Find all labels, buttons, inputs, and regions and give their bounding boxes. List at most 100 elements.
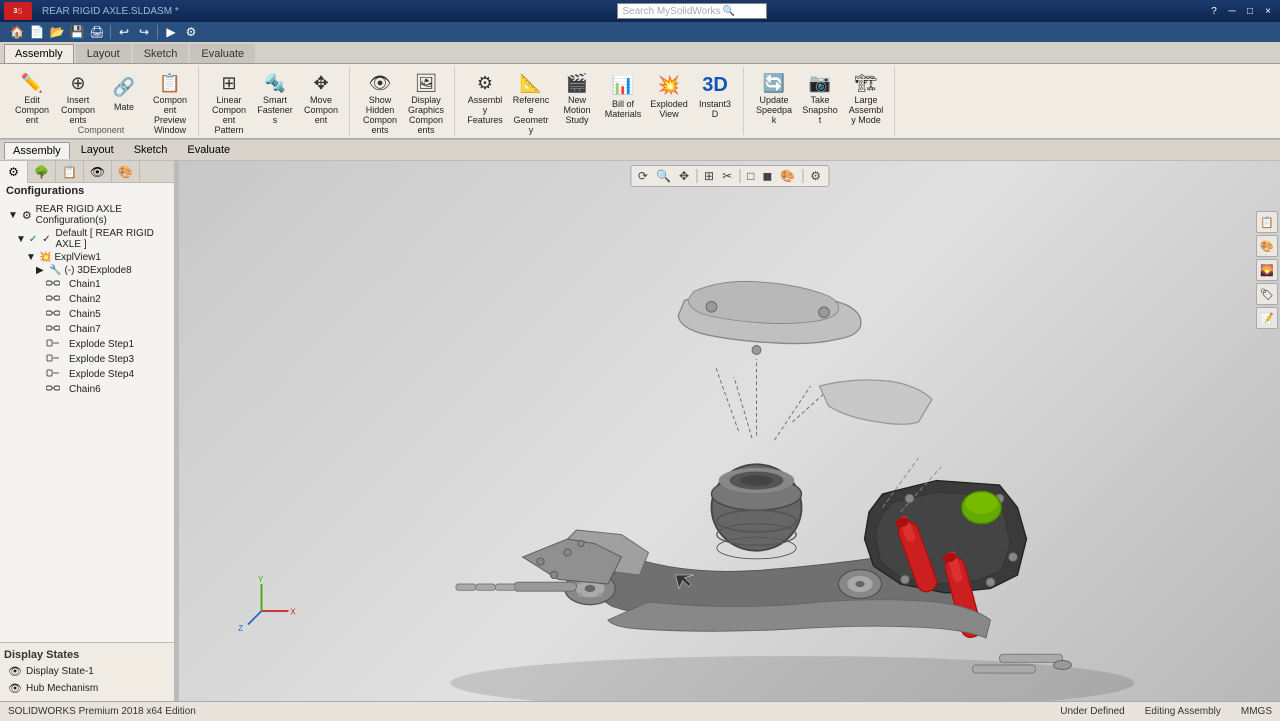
update-speedpak-btn[interactable]: 🔄 Update Speedpak <box>752 69 796 123</box>
tab-sketch[interactable]: Sketch <box>133 44 189 63</box>
tree-item-chain1[interactable]: Chain1 <box>0 277 174 292</box>
show-hidden-icon: 👁 <box>366 73 394 94</box>
zoom-btn[interactable]: 🔍 <box>653 168 674 184</box>
bom-label: Bill of Materials <box>604 100 642 120</box>
large-assembly-icon: 🏗 <box>852 73 880 94</box>
tree-item-chain7[interactable]: Chain7 <box>0 322 174 337</box>
bottom-bolt-1 <box>973 665 1036 673</box>
panel-tab-props[interactable]: 📋 <box>56 161 84 183</box>
panel-tab-configs[interactable]: ⚙ <box>0 161 28 183</box>
assembly-features-btn[interactable]: ⚙ Assembly Features <box>463 69 507 123</box>
rotate-btn[interactable]: ⟳ <box>635 168 651 184</box>
tree-item-chain2[interactable]: Chain2 <box>0 292 174 307</box>
right-icon-1[interactable]: 📋 <box>1256 211 1278 233</box>
minimize-button[interactable]: ─ <box>1224 3 1240 19</box>
maximize-button[interactable]: □ <box>1242 3 1258 19</box>
mate-btn[interactable]: 🔗 Mate <box>102 69 146 123</box>
new-motion-icon: 🎬 <box>563 73 591 94</box>
take-snapshot-btn[interactable]: 📷 Take Snapshot <box>798 69 842 123</box>
ribbon-tabs: Assembly Layout Sketch Evaluate <box>0 42 1280 64</box>
tree-item-default[interactable]: ▼ ✓ ✓ Default [ REAR RIGID AXLE ] <box>0 227 174 251</box>
main-tab-evaluate[interactable]: Evaluate <box>178 141 239 159</box>
section-btn[interactable]: ✂ <box>719 168 735 184</box>
tab-evaluate[interactable]: Evaluate <box>190 44 255 63</box>
step3-icon <box>46 353 66 366</box>
qat-undo[interactable]: ↩ <box>115 23 133 41</box>
display-state-1[interactable]: 👁 Display State-1 <box>4 663 170 680</box>
right-icon-2[interactable]: 🎨 <box>1256 235 1278 257</box>
qat-open[interactable]: 📂 <box>48 23 66 41</box>
cad-3d-view[interactable]: X Y Z <box>179 161 1280 701</box>
show-hidden-btn[interactable]: 👁 Show Hidden Components <box>358 69 402 123</box>
move-component-btn[interactable]: ✥ Move Component <box>299 69 343 123</box>
exploded-view-btn[interactable]: 💥 Exploded View <box>647 69 691 123</box>
tab-layout[interactable]: Layout <box>76 44 131 63</box>
linear-pattern-btn[interactable]: ⊞ Linear Component Pattern <box>207 69 251 123</box>
step4-icon <box>46 368 66 381</box>
snapshot-icon: 📷 <box>806 73 834 94</box>
shaded-btn[interactable]: ◼ <box>759 168 775 184</box>
tab-assembly[interactable]: Assembly <box>4 44 74 63</box>
smart-fasteners-btn[interactable]: 🔩 Smart Fasteners <box>253 69 297 123</box>
pan-btn[interactable]: ✥ <box>676 168 692 184</box>
qat-save[interactable]: 💾 <box>68 23 86 41</box>
right-icon-3[interactable]: 🌄 <box>1256 259 1278 281</box>
insert-components-btn[interactable]: ⊕ Insert Components <box>56 69 100 123</box>
exploded-view-label: Exploded View <box>650 100 688 120</box>
search-box[interactable]: Search MySolidWorks 🔍 <box>617 3 767 19</box>
qat-options[interactable]: ⚙ <box>182 23 200 41</box>
tree-item-step3[interactable]: Explode Step3 <box>0 352 174 367</box>
edit-component-btn[interactable]: ✏️ Edit Component <box>10 69 54 123</box>
viewport[interactable]: ⟳ 🔍 ✥ ⊞ ✂ □ ◼ 🎨 ⚙ <box>179 161 1280 701</box>
color-btn[interactable]: 🎨 <box>777 168 798 184</box>
expander-root[interactable]: ▼ <box>8 210 18 221</box>
panel-tab-display[interactable]: 👁 <box>84 161 112 183</box>
display-graphics-btn[interactable]: 🖼 Display Graphics Components <box>404 69 448 123</box>
hub-mechanism[interactable]: 👁 Hub Mechanism <box>4 680 170 697</box>
tree-item-chain6[interactable]: Chain6 <box>0 382 174 397</box>
right-icon-5[interactable]: 📝 <box>1256 307 1278 329</box>
bom-btn[interactable]: 📊 Bill of Materials <box>601 69 645 123</box>
show-hidden-label: Show Hidden Components <box>361 96 399 136</box>
tree-label-chain5: Chain5 <box>69 309 101 320</box>
insert-icon: ⊕ <box>64 73 92 94</box>
qat-redo[interactable]: ↪ <box>135 23 153 41</box>
ribbon: Assembly Layout Sketch Evaluate ✏️ Edit … <box>0 42 1280 139</box>
speedpak-icon: 🔄 <box>760 73 788 94</box>
view-settings-btn[interactable]: ⚙ <box>807 168 824 184</box>
expander-default[interactable]: ▼ <box>16 234 26 245</box>
group-btns3: 👁 Show Hidden Components 🖼 Display Graph… <box>358 69 448 131</box>
tree-item-explview[interactable]: ▼ 💥 ExplView1 <box>0 251 174 264</box>
tree-item-root[interactable]: ▼ ⚙ REAR RIGID AXLE Configuration(s) <box>0 203 174 227</box>
close-button[interactable]: × <box>1260 3 1276 19</box>
right-hub <box>838 570 881 599</box>
tree-item-3dexplode[interactable]: ▶ 🔧 (-) 3DExplode8 <box>0 264 174 277</box>
trailing-arm <box>608 600 991 638</box>
reference-geometry-btn[interactable]: 📐 Reference Geometry <box>509 69 553 123</box>
preview-window-btn[interactable]: 📋 Component Preview Window <box>148 69 192 123</box>
expander-explview[interactable]: ▼ <box>26 252 36 263</box>
help-button[interactable]: ? <box>1206 3 1222 19</box>
panel-tab-tree[interactable]: 🌳 <box>28 161 56 183</box>
expander-3dexplode[interactable]: ▶ <box>36 265 46 276</box>
chain2-icon <box>46 293 66 306</box>
large-assembly-btn[interactable]: 🏗 Large Assembly Mode <box>844 69 888 123</box>
tree-item-step1[interactable]: Explode Step1 <box>0 337 174 352</box>
tree-item-chain5[interactable]: Chain5 <box>0 307 174 322</box>
right-icon-4[interactable]: 🏷 <box>1256 283 1278 305</box>
instant3d-btn[interactable]: 3D Instant3D <box>693 69 737 123</box>
main-tab-sketch[interactable]: Sketch <box>125 141 177 159</box>
tree-label-explview: ExplView1 <box>54 252 101 263</box>
new-motion-btn[interactable]: 🎬 New Motion Study <box>555 69 599 123</box>
panel-tab-appear[interactable]: 🎨 <box>112 161 140 183</box>
main-tab-assembly[interactable]: Assembly <box>4 142 70 159</box>
view-orient-btn[interactable]: ⊞ <box>701 168 717 184</box>
qat-rebuild[interactable]: ▶ <box>162 23 180 41</box>
qat-home[interactable]: 🏠 <box>8 23 26 41</box>
qat-new[interactable]: 📄 <box>28 23 46 41</box>
main-area: ⚙ 🌳 📋 👁 🎨 Configurations ▼ ⚙ REAR RIGID … <box>0 161 1280 701</box>
qat-print[interactable]: 🖨 <box>88 23 106 41</box>
tree-item-step4[interactable]: Explode Step4 <box>0 367 174 382</box>
main-tab-layout[interactable]: Layout <box>72 141 123 159</box>
display-style-btn[interactable]: □ <box>744 168 757 184</box>
